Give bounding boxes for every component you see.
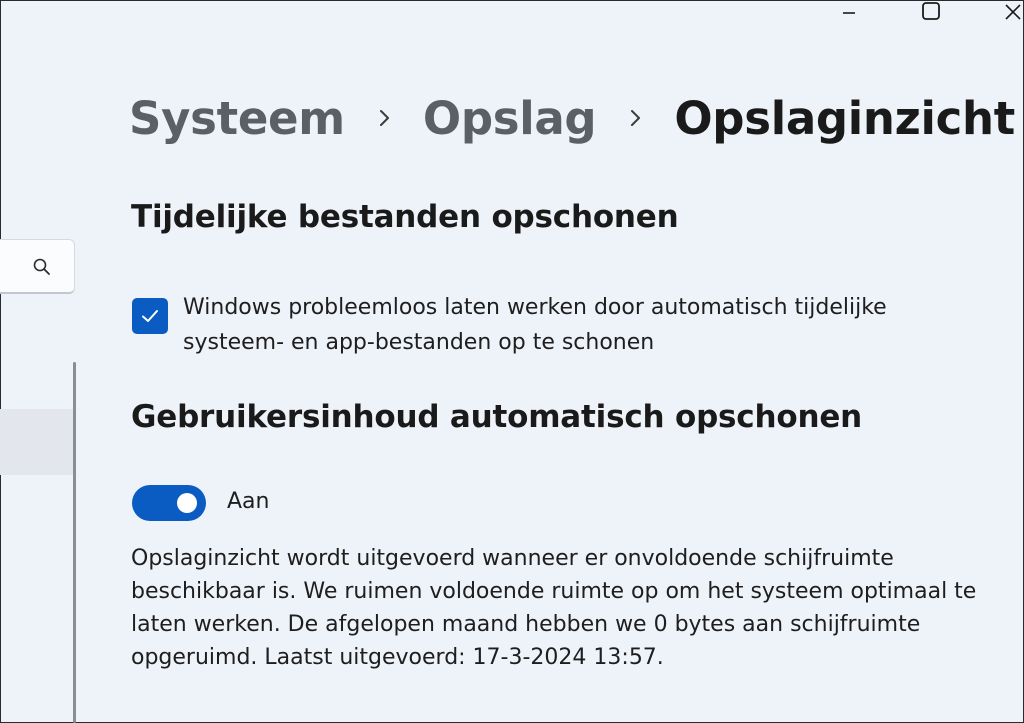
auto-cleanup-toggle[interactable] xyxy=(132,485,206,521)
close-icon xyxy=(1005,4,1021,20)
toggle-knob xyxy=(177,493,197,513)
storage-sense-description: Opslaginzicht wordt uitgevoerd wanneer e… xyxy=(131,546,977,670)
temp-files-checkbox[interactable] xyxy=(132,298,168,334)
temp-files-checkbox-label[interactable]: Windows probleemloos laten werken door a… xyxy=(183,290,963,360)
sidebar-item-selected[interactable] xyxy=(0,409,73,475)
checkmark-icon xyxy=(142,310,158,322)
search-icon xyxy=(33,258,50,275)
breadcrumb: Systeem Opslag Opslaginzicht xyxy=(129,88,1015,148)
chevron-right-icon xyxy=(616,107,656,129)
maximize-button[interactable] xyxy=(908,0,954,24)
page-title: Opslaginzicht xyxy=(674,91,1015,145)
close-button[interactable] xyxy=(990,0,1024,24)
section-title-temp-files: Tijdelijke bestanden opschonen xyxy=(131,199,679,235)
section-title-user-content: Gebruikersinhoud automatisch opschonen xyxy=(131,399,863,435)
breadcrumb-item-opslag[interactable]: Opslag xyxy=(423,92,597,145)
search-input[interactable] xyxy=(0,239,75,294)
chevron-right-icon xyxy=(365,107,405,129)
minimize-button[interactable] xyxy=(826,0,872,24)
minimize-icon xyxy=(843,12,855,14)
sidebar-scrollbar[interactable] xyxy=(73,362,76,723)
breadcrumb-item-systeem[interactable]: Systeem xyxy=(129,92,345,145)
toggle-state-label: Aan xyxy=(227,489,270,514)
maximize-icon xyxy=(922,2,940,20)
